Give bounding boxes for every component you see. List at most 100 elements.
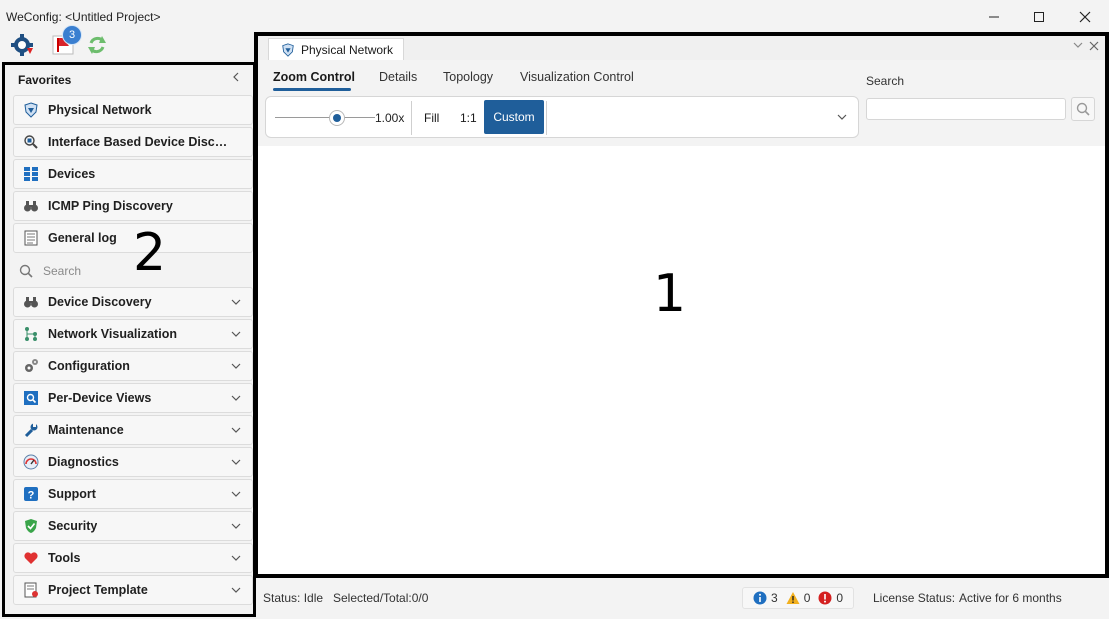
zoom-control-group: 1.00x Fill 1:1 Custom bbox=[265, 96, 859, 138]
nav-group-label: Project Template bbox=[48, 583, 148, 597]
zoom-level: 1.00x bbox=[375, 111, 405, 125]
nav-group-label: Tools bbox=[48, 551, 81, 565]
search-input[interactable] bbox=[866, 98, 1066, 120]
nav-group-label: Diagnostics bbox=[48, 455, 119, 469]
search-label: Search bbox=[866, 74, 905, 88]
error-icon bbox=[818, 591, 832, 605]
chevron-down-icon bbox=[231, 299, 241, 305]
wrench-icon bbox=[23, 422, 39, 438]
network-canvas[interactable]: 1 bbox=[258, 146, 1105, 574]
annotation-label-1: 1 bbox=[653, 264, 687, 324]
document-tab-bar: Physical Network bbox=[258, 36, 1105, 60]
active-tab-indicator bbox=[273, 88, 351, 91]
group-network-visualization[interactable]: Network Visualization bbox=[13, 319, 253, 349]
ribbon-tab-zoom-control[interactable]: Zoom Control bbox=[273, 70, 355, 84]
document-tab-label: Physical Network bbox=[301, 42, 394, 57]
group-support[interactable]: ? Support bbox=[13, 479, 253, 509]
nav-item-label: Devices bbox=[48, 167, 96, 181]
settings-button[interactable] bbox=[10, 32, 36, 58]
title-bar: WeConfig: <Untitled Project> bbox=[0, 0, 1109, 34]
nav-group-label: Per-Device Views bbox=[48, 391, 152, 405]
heart-icon bbox=[23, 550, 39, 566]
search-button[interactable] bbox=[1071, 97, 1095, 121]
minimize-icon bbox=[989, 16, 999, 18]
device-view-icon bbox=[23, 390, 39, 406]
group-device-discovery[interactable]: Device Discovery bbox=[13, 287, 253, 317]
close-tab-button[interactable] bbox=[1089, 38, 1099, 54]
zoom-slider-track[interactable] bbox=[275, 117, 375, 118]
favorite-icmp-ping[interactable]: ICMP Ping Discovery bbox=[13, 191, 253, 221]
group-per-device-views[interactable]: Per-Device Views bbox=[13, 383, 253, 413]
close-window-button[interactable] bbox=[1062, 0, 1108, 34]
shield-icon bbox=[23, 518, 39, 534]
nav-item-label: Interface Based Device Discov... bbox=[48, 135, 228, 149]
chevron-down-icon bbox=[231, 395, 241, 401]
ribbon-tab-details[interactable]: Details bbox=[379, 70, 417, 84]
chevron-down-icon bbox=[231, 363, 241, 369]
group-diagnostics[interactable]: Diagnostics bbox=[13, 447, 253, 477]
group-tools[interactable]: Tools bbox=[13, 543, 253, 573]
warning-count: 0 bbox=[803, 591, 811, 605]
warning-icon bbox=[786, 592, 800, 604]
selection-count: Selected/Total:0/0 bbox=[333, 591, 429, 605]
favorite-interface-discovery[interactable]: Interface Based Device Discov... bbox=[13, 127, 253, 157]
info-count: 3 bbox=[771, 591, 778, 605]
refresh-button[interactable] bbox=[84, 32, 110, 58]
network-nodes-icon bbox=[23, 326, 39, 342]
nav-item-label: General log bbox=[48, 231, 117, 245]
chevron-down-icon bbox=[1073, 42, 1083, 48]
zoom-slider-thumb[interactable] bbox=[329, 110, 345, 126]
binoculars-icon bbox=[23, 294, 39, 310]
gauge-icon bbox=[23, 454, 39, 470]
divider bbox=[546, 101, 547, 135]
ribbon-tab-topology[interactable]: Topology bbox=[443, 70, 493, 84]
template-icon bbox=[23, 582, 39, 598]
zoom-one-to-one-button[interactable]: 1:1 bbox=[460, 111, 477, 125]
question-icon: ? bbox=[23, 486, 39, 502]
physical-network-icon bbox=[282, 42, 294, 57]
status-text: Status: Idle bbox=[263, 591, 324, 605]
navigation-panel: Favorites Physical Network Interface Bas… bbox=[2, 62, 256, 617]
chevron-down-icon bbox=[231, 555, 241, 561]
chevron-left-icon bbox=[233, 72, 239, 82]
svg-text:?: ? bbox=[28, 490, 35, 502]
license-status-label: License Status: bbox=[873, 591, 956, 605]
main-workspace: Physical Network Zoom Control Details To… bbox=[254, 32, 1109, 578]
gears-icon bbox=[23, 358, 39, 374]
zoom-custom-button[interactable]: Custom bbox=[484, 100, 544, 134]
navigation-search[interactable]: Search bbox=[19, 261, 81, 281]
nav-group-label: Configuration bbox=[48, 359, 130, 373]
chevron-down-icon[interactable] bbox=[836, 111, 848, 123]
close-icon bbox=[1089, 41, 1099, 51]
nav-group-label: Maintenance bbox=[48, 423, 124, 437]
favorite-physical-network[interactable]: Physical Network bbox=[13, 95, 253, 125]
chevron-down-icon bbox=[231, 491, 241, 497]
license-status-value: Active for 6 months bbox=[959, 591, 1062, 605]
maximize-icon bbox=[1034, 12, 1044, 22]
tab-list-button[interactable] bbox=[1073, 40, 1083, 53]
chevron-down-icon bbox=[231, 587, 241, 593]
devices-grid-icon bbox=[23, 166, 39, 182]
group-project-template[interactable]: Project Template bbox=[13, 575, 253, 605]
message-counts[interactable]: 3 0 0 bbox=[742, 587, 854, 609]
ribbon-tab-visualization-control[interactable]: Visualization Control bbox=[520, 70, 634, 84]
tab-physical-network[interactable]: Physical Network bbox=[268, 38, 404, 60]
zoom-fill-button[interactable]: Fill bbox=[424, 111, 439, 125]
group-security[interactable]: Security bbox=[13, 511, 253, 541]
search-icon bbox=[19, 264, 33, 278]
favorite-devices[interactable]: Devices bbox=[13, 159, 253, 189]
nav-item-label: Physical Network bbox=[48, 103, 152, 117]
group-maintenance[interactable]: Maintenance bbox=[13, 415, 253, 445]
minimize-button[interactable] bbox=[971, 0, 1017, 34]
nav-group-label: Network Visualization bbox=[48, 327, 177, 341]
refresh-icon bbox=[88, 36, 106, 54]
interface-discovery-icon bbox=[23, 134, 39, 150]
nav-group-label: Device Discovery bbox=[48, 295, 152, 309]
window-title: WeConfig: <Untitled Project> bbox=[6, 10, 161, 24]
collapse-panel-button[interactable] bbox=[231, 71, 241, 85]
maximize-button[interactable] bbox=[1016, 0, 1062, 34]
search-icon bbox=[1076, 102, 1090, 116]
group-configuration[interactable]: Configuration bbox=[13, 351, 253, 381]
error-count: 0 bbox=[836, 591, 844, 605]
chevron-down-icon bbox=[231, 427, 241, 433]
